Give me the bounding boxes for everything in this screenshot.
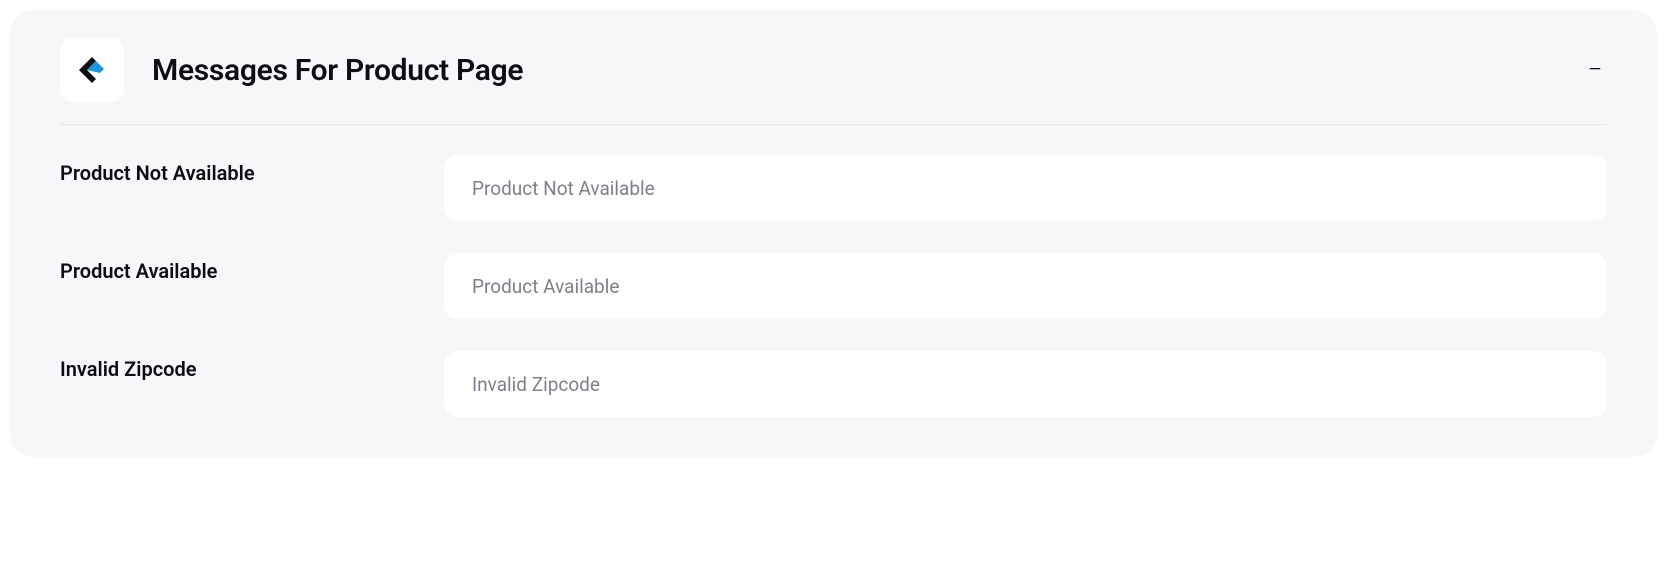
header-left: Messages For Product Page [60, 38, 523, 102]
collapse-button[interactable]: − [1583, 58, 1607, 82]
input-product-available[interactable] [444, 253, 1607, 319]
field-row-product-not-available: Product Not Available [60, 155, 1607, 221]
form-body: Product Not Available Product Available … [60, 125, 1607, 417]
messages-panel: Messages For Product Page − Product Not … [10, 10, 1657, 457]
field-row-product-available: Product Available [60, 253, 1607, 319]
input-invalid-zipcode[interactable] [444, 351, 1607, 417]
label-invalid-zipcode: Invalid Zipcode [60, 351, 420, 381]
field-row-invalid-zipcode: Invalid Zipcode [60, 351, 1607, 417]
panel-header: Messages For Product Page − [60, 10, 1607, 125]
label-product-available: Product Available [60, 253, 420, 283]
panel-title: Messages For Product Page [152, 53, 523, 88]
minus-icon: − [1588, 57, 1603, 83]
input-product-not-available[interactable] [444, 155, 1607, 221]
app-logo-icon [60, 38, 124, 102]
label-product-not-available: Product Not Available [60, 155, 420, 185]
